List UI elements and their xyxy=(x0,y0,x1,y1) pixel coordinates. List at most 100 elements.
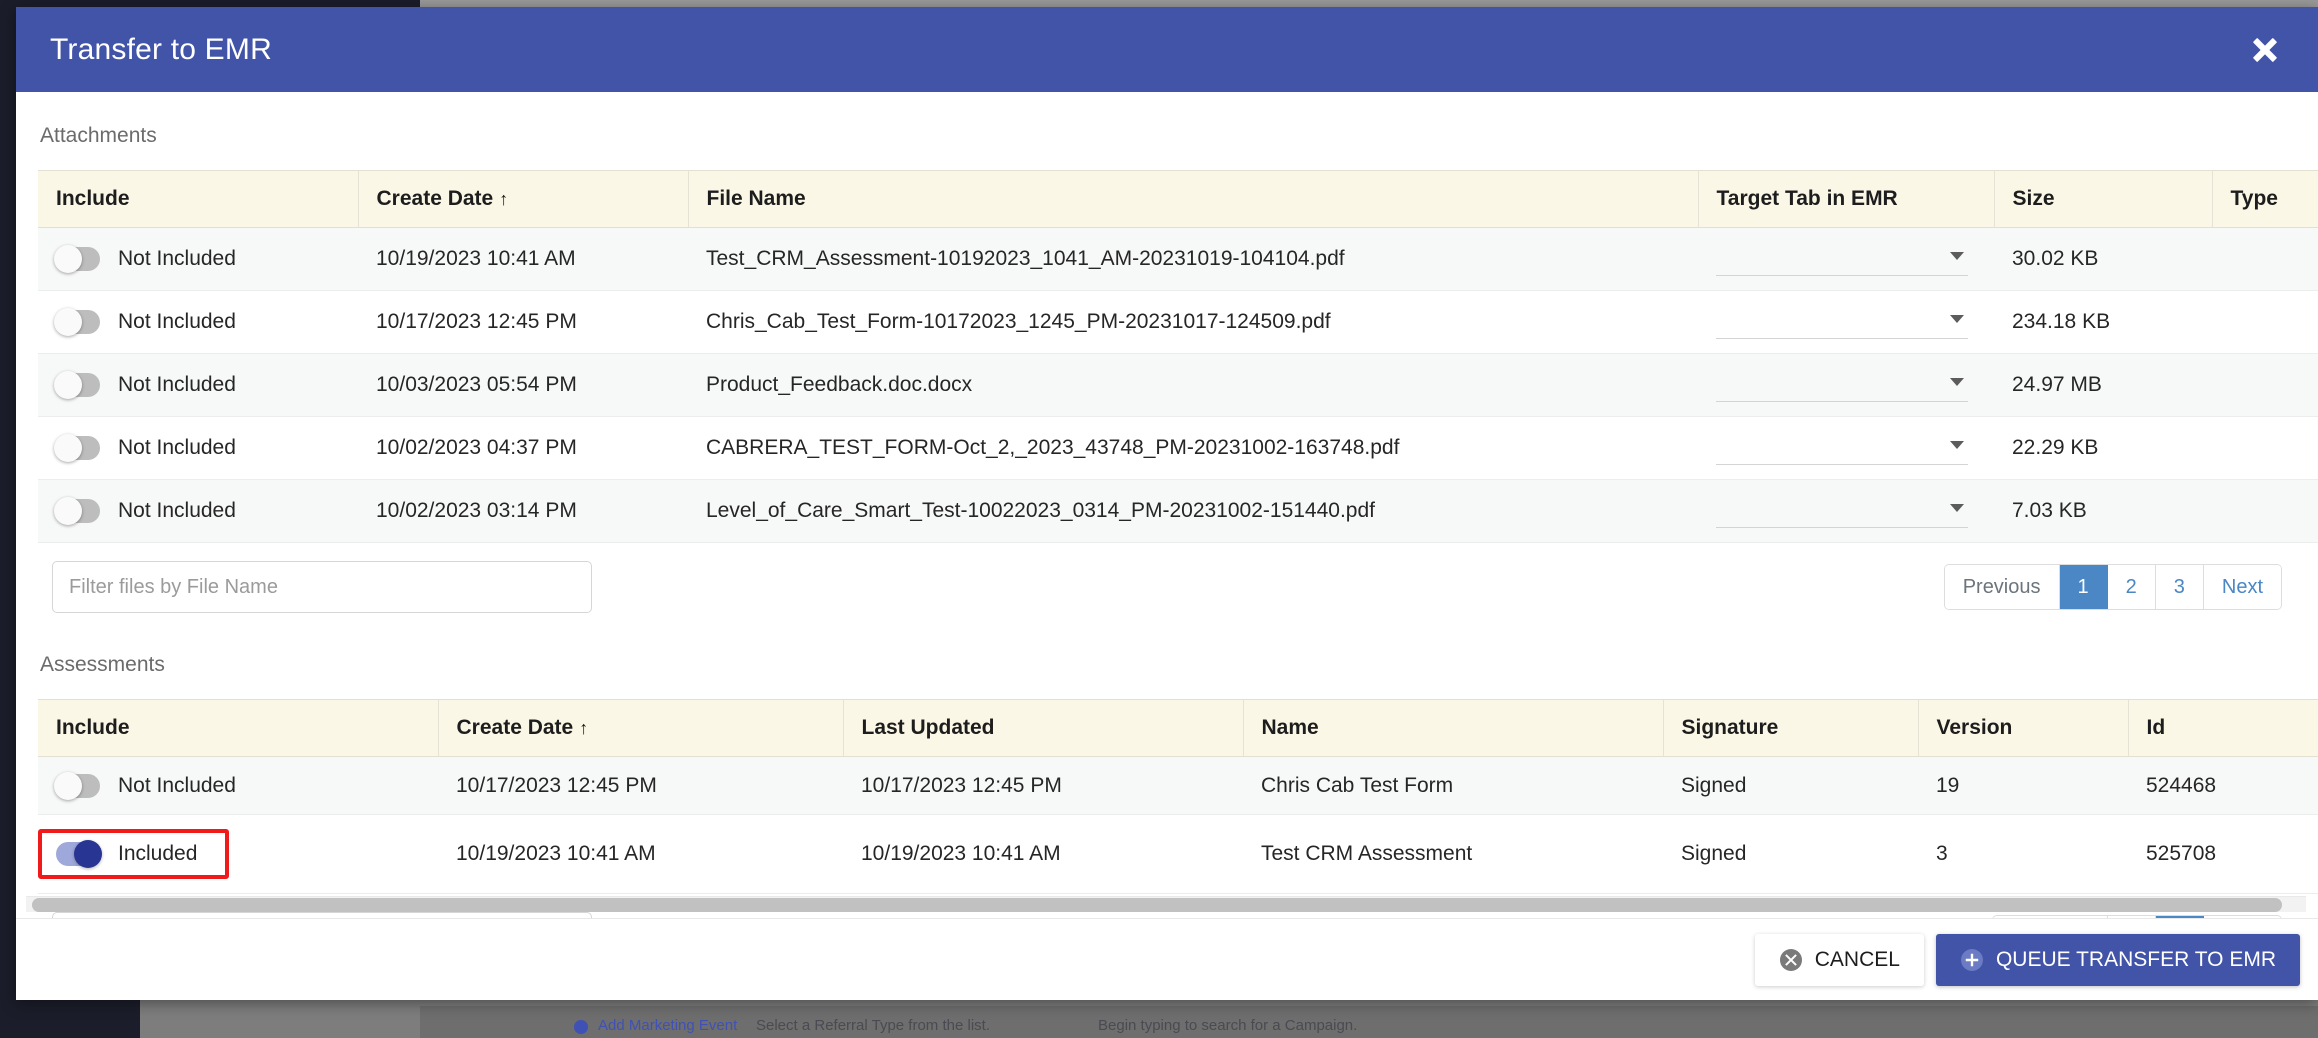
cell-name: Chris Cab Test Form xyxy=(1243,756,1663,815)
include-toggle[interactable] xyxy=(54,497,100,525)
cell-create-date: 10/17/2023 12:45 PM xyxy=(438,756,843,815)
assessments-table-header: Include Create Date ↑ Last Updated Name S… xyxy=(38,699,2318,757)
cell-create-date: 10/03/2023 05:54 PM xyxy=(358,353,688,417)
include-toggle[interactable] xyxy=(54,245,100,273)
close-icon[interactable] xyxy=(2242,27,2288,73)
cell-last-updated: 10/19/2023 10:41 AM xyxy=(843,814,1243,894)
column-header-target-tab[interactable]: Target Tab in EMR xyxy=(1698,170,1995,228)
column-header-include[interactable]: Include xyxy=(38,699,439,757)
attachments-table-body: Not Included 10/19/2023 10:41 AM Test_CR… xyxy=(38,227,2318,543)
include-toggle[interactable] xyxy=(54,434,100,462)
cell-create-date: 10/17/2023 12:45 PM xyxy=(358,290,688,354)
cell-file-name: Test_CRM_Assessment-10192023_1041_AM-202… xyxy=(688,227,1698,291)
chevron-down-icon xyxy=(1950,378,1964,386)
attachments-section-label: Attachments xyxy=(40,124,157,147)
horizontal-scrollbar-track[interactable] xyxy=(26,896,2306,912)
pagination-previous[interactable]: Previous xyxy=(1992,916,2108,918)
column-header-target-tab-label: Target Tab in EMR xyxy=(1716,187,1898,210)
include-toggle[interactable] xyxy=(54,371,100,399)
column-header-signature[interactable]: Signature xyxy=(1663,699,1919,757)
add-marketing-event-link[interactable]: Add Marketing Event xyxy=(598,1017,737,1034)
toggle-knob xyxy=(54,771,82,800)
modal-body: Attachments Include Create Date ↑ File Na… xyxy=(16,92,2318,918)
transfer-to-emr-modal: Transfer to EMR Attachments Include Crea… xyxy=(16,7,2318,1000)
include-toggle[interactable] xyxy=(56,840,102,868)
queue-transfer-button-label: QUEUE TRANSFER TO EMR xyxy=(1995,947,2276,971)
target-tab-select[interactable] xyxy=(1716,431,1968,465)
toggle-knob xyxy=(74,840,102,868)
column-header-size[interactable]: Size xyxy=(1994,170,2213,228)
cancel-button[interactable]: CANCEL xyxy=(1754,933,1924,986)
target-tab-select[interactable] xyxy=(1716,305,1968,339)
attachments-filter-row: Previous 1 2 3 Next xyxy=(38,543,2296,623)
toggle-knob xyxy=(54,308,82,336)
target-tab-select[interactable] xyxy=(1716,368,1968,402)
table-row: Not Included 10/17/2023 12:45 PM 10/17/2… xyxy=(38,756,2318,815)
cell-name: Test CRM Assessment xyxy=(1243,814,1663,894)
included-toggle-highlight: Included xyxy=(38,829,230,879)
include-toggle-label: Not Included xyxy=(118,310,236,333)
column-header-name-label: Name xyxy=(1261,716,1319,739)
cell-file-name: Product_Feedback.doc.docx xyxy=(688,353,1698,417)
cell-signature: Signed xyxy=(1663,814,1918,894)
pagination-previous[interactable]: Previous xyxy=(1944,565,2060,609)
cell-include: Included xyxy=(38,814,438,894)
assessments-pagination: Previous 1 2 Next xyxy=(1991,915,2282,918)
queue-transfer-to-emr-button[interactable]: QUEUE TRANSFER TO EMR xyxy=(1935,933,2300,986)
column-header-last-updated[interactable]: Last Updated xyxy=(843,699,1244,757)
column-header-signature-label: Signature xyxy=(1681,716,1779,739)
column-header-id-label: Id xyxy=(2146,716,2166,739)
column-header-create-date[interactable]: Create Date ↑ xyxy=(358,170,689,228)
pagination-next[interactable]: Next xyxy=(2203,565,2281,609)
horizontal-scrollbar-thumb[interactable] xyxy=(32,898,2282,912)
circle-plus-icon xyxy=(1960,948,1983,971)
table-row: Not Included 10/17/2023 12:45 PM Chris_C… xyxy=(38,290,2318,354)
column-header-version[interactable]: Version xyxy=(1918,699,2129,757)
pagination-page-2[interactable]: 2 xyxy=(2155,916,2204,918)
background-hint-left: Select a Referral Type from the list. xyxy=(756,1017,990,1034)
background-hint-right: Begin typing to search for a Campaign. xyxy=(1098,1017,1358,1034)
column-header-type-label: Type xyxy=(2230,187,2278,210)
pagination-page-3[interactable]: 3 xyxy=(2155,565,2204,609)
cell-file-name: Chris_Cab_Test_Form-10172023_1245_PM-202… xyxy=(688,290,1698,354)
column-header-id[interactable]: Id xyxy=(2128,699,2318,757)
column-header-file-name[interactable]: File Name xyxy=(688,170,1699,228)
cell-size: 24.97 MB xyxy=(1994,353,2212,417)
assessments-table-body: Not Included 10/17/2023 12:45 PM 10/17/2… xyxy=(38,756,2318,894)
include-toggle[interactable] xyxy=(54,308,100,336)
column-header-include[interactable]: Include xyxy=(38,170,359,228)
cell-include: Not Included xyxy=(38,479,358,543)
column-header-last-updated-label: Last Updated xyxy=(861,716,995,739)
table-row: Included 10/19/2023 10:41 AM 10/19/2023 … xyxy=(38,814,2318,894)
cell-include: Not Included xyxy=(38,756,438,815)
cell-include: Not Included xyxy=(38,290,358,354)
cell-file-name: CABRERA_TEST_FORM-Oct_2,_2023_43748_PM-2… xyxy=(688,416,1698,480)
target-tab-select[interactable] xyxy=(1716,242,1968,276)
cell-size: 22.29 KB xyxy=(1994,416,2212,480)
attachments-filter-input[interactable] xyxy=(52,561,592,613)
pagination-page-2[interactable]: 2 xyxy=(2107,565,2156,609)
cell-target-tab xyxy=(1698,479,1994,543)
column-header-create-date-label: Create Date xyxy=(376,187,494,210)
pagination-page-1[interactable]: 1 xyxy=(2107,916,2156,918)
target-tab-select[interactable] xyxy=(1716,494,1968,528)
column-header-type[interactable]: Type xyxy=(2212,170,2318,228)
cell-type xyxy=(2212,227,2318,291)
assessments-filter-input[interactable] xyxy=(52,912,592,918)
assessments-section-label: Assessments xyxy=(40,653,165,676)
cell-type xyxy=(2212,353,2318,417)
cell-version: 19 xyxy=(1918,756,2128,815)
cell-type xyxy=(2212,290,2318,354)
pagination-next[interactable]: Next xyxy=(2203,916,2281,918)
column-header-file-name-label: File Name xyxy=(706,187,806,210)
toggle-knob xyxy=(54,245,82,273)
cell-include: Not Included xyxy=(38,353,358,417)
column-header-version-label: Version xyxy=(1936,716,2013,739)
include-toggle[interactable] xyxy=(54,771,100,800)
cell-target-tab xyxy=(1698,290,1994,354)
toggle-knob xyxy=(54,371,82,399)
column-header-create-date[interactable]: Create Date ↑ xyxy=(438,699,844,757)
pagination-page-1[interactable]: 1 xyxy=(2059,565,2108,609)
column-header-name[interactable]: Name xyxy=(1243,699,1664,757)
cell-id: 524468 xyxy=(2128,756,2318,815)
